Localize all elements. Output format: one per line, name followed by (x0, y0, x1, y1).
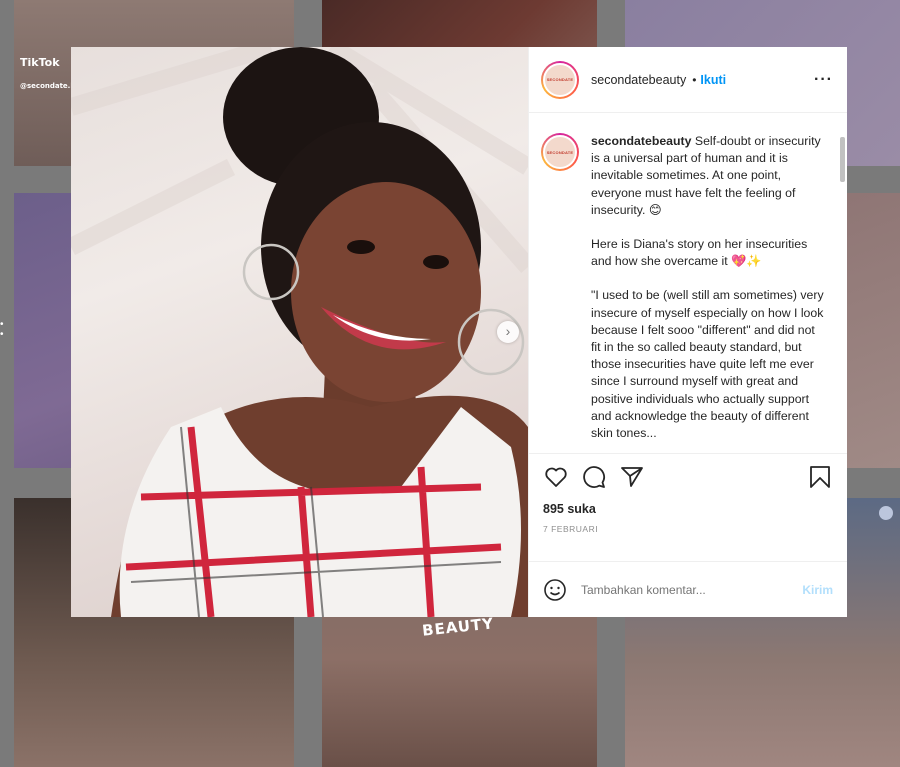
more-options-icon[interactable]: ··· (814, 71, 833, 89)
send-icon[interactable] (619, 464, 645, 490)
comment-icon[interactable] (581, 464, 607, 490)
caption-area: SECONDATE secondatebeauty Self-doubt or … (529, 113, 847, 453)
heart-icon[interactable] (543, 464, 569, 490)
avatar-logo-text: SECONDATE (546, 149, 574, 155)
chevron-right-icon: › (505, 323, 511, 339)
carousel-indicator-icon (879, 506, 893, 520)
caption-scrollbar[interactable] (840, 137, 845, 182)
separator-dot: • (692, 72, 697, 87)
post-sidebar: SECONDATE secondatebeauty • Ikuti ··· SE… (528, 47, 847, 617)
caption-avatar[interactable]: SECONDATE (541, 133, 579, 171)
comment-input[interactable] (581, 582, 781, 597)
caption-paragraph-2: Here is Diana's story on her insecuritie… (591, 237, 808, 269)
caption-text: secondatebeauty Self-doubt or insecurity… (591, 133, 827, 453)
avatar[interactable]: SECONDATE (541, 60, 579, 99)
caption-username[interactable]: secondatebeauty (591, 134, 691, 148)
next-photo-button[interactable]: › (497, 321, 519, 343)
username-link[interactable]: secondatebeauty (591, 73, 686, 87)
like-count[interactable]: 895 suka (543, 502, 833, 516)
post-modal: › SECONDATE secondatebeauty • Ikuti ··· … (71, 47, 847, 617)
follow-button[interactable]: Ikuti (700, 73, 726, 87)
bookmark-icon[interactable] (807, 464, 833, 490)
post-date[interactable]: 7 FEBRUARI (543, 524, 833, 534)
send-comment-button[interactable]: Kirim (802, 583, 833, 597)
smile-icon[interactable] (543, 578, 567, 602)
product-box-label: BEAUTY (421, 614, 495, 640)
caption-paragraph-3: "I used to be (well still am sometimes) … (591, 288, 824, 441)
tiktok-watermark: TikTok (20, 56, 60, 69)
portrait-illustration (71, 47, 528, 617)
comment-form: Kirim (529, 561, 847, 617)
post-photo[interactable]: › (71, 47, 528, 617)
previous-post-arrow-icon[interactable]: • • (0, 320, 6, 344)
avatar-logo-text: SECONDATE (546, 77, 574, 82)
post-actions: 895 suka 7 FEBRUARI (529, 453, 847, 561)
post-header: SECONDATE secondatebeauty • Ikuti ··· (529, 47, 847, 113)
